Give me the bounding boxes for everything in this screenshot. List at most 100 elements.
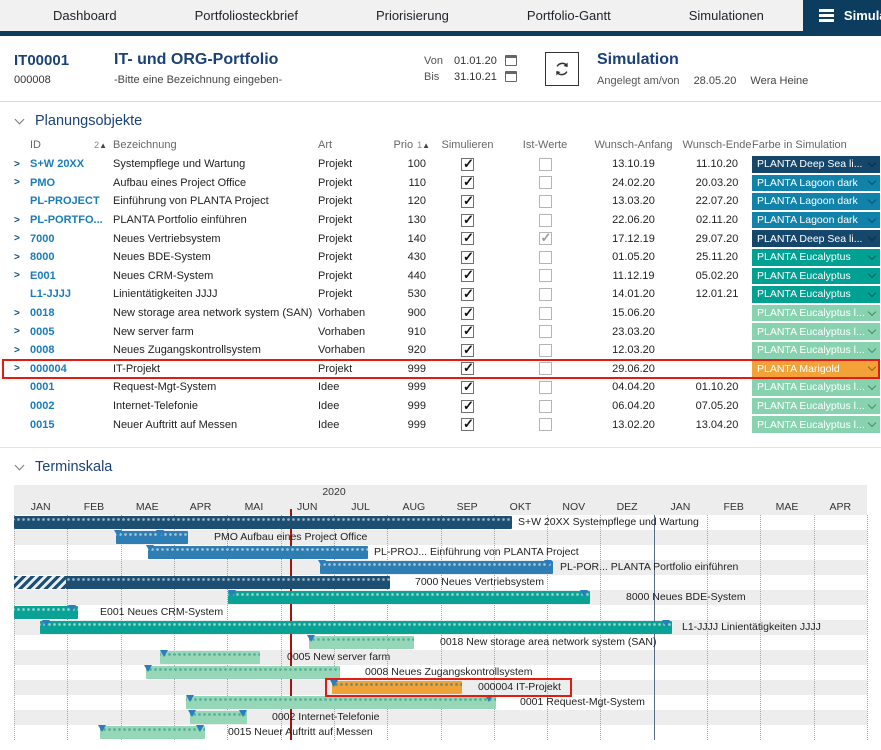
ist-werte-checkbox[interactable]: [539, 288, 552, 301]
row-wunsch-ende[interactable]: 07.05.20: [682, 400, 752, 412]
expand-arrow-icon[interactable]: >: [14, 177, 30, 188]
row-wunsch-anfang[interactable]: 13.03.20: [585, 195, 682, 207]
row-id-link[interactable]: PL-PORTFO...: [30, 214, 113, 226]
gantt-bar[interactable]: [148, 546, 368, 559]
row-wunsch-anfang[interactable]: 23.03.20: [585, 326, 682, 338]
ist-werte-checkbox[interactable]: [539, 158, 552, 171]
row-wunsch-anfang[interactable]: 17.12.19: [585, 233, 682, 245]
row-wunsch-ende[interactable]: 22.07.20: [682, 195, 752, 207]
milestone-marker-icon[interactable]: [662, 620, 670, 627]
expand-arrow-icon[interactable]: >: [14, 308, 30, 319]
row-wunsch-anfang[interactable]: 12.03.20: [585, 344, 682, 356]
farbe-dropdown[interactable]: PLANTA Eucalyptus l...: [752, 323, 880, 340]
milestone-marker-icon[interactable]: [228, 590, 236, 597]
ist-werte-checkbox[interactable]: [539, 232, 552, 245]
ist-werte-checkbox[interactable]: [539, 325, 552, 338]
row-wunsch-anfang[interactable]: 29.06.20: [585, 363, 682, 375]
simulieren-checkbox[interactable]: [461, 195, 474, 208]
expand-arrow-icon[interactable]: >: [14, 215, 30, 226]
milestone-marker-icon[interactable]: [156, 530, 164, 537]
expand-arrow-icon[interactable]: >: [14, 159, 30, 170]
ist-werte-checkbox[interactable]: [539, 344, 552, 357]
milestone-marker-icon[interactable]: [307, 635, 315, 642]
milestone-marker-icon[interactable]: [196, 725, 204, 732]
row-wunsch-ende[interactable]: 13.04.20: [682, 419, 752, 431]
col-header-prio[interactable]: Prio 1▲: [388, 139, 430, 151]
row-id-link[interactable]: 0015: [30, 419, 113, 431]
simulieren-checkbox[interactable]: [461, 362, 474, 375]
farbe-dropdown[interactable]: PLANTA Deep Sea li...: [752, 156, 880, 173]
simulieren-checkbox[interactable]: [461, 214, 474, 227]
milestone-marker-icon[interactable]: [580, 590, 588, 597]
expand-arrow-icon[interactable]: >: [14, 363, 30, 374]
col-header-farbe[interactable]: Farbe in Simulation: [752, 139, 881, 151]
row-wunsch-anfang[interactable]: 06.04.20: [585, 400, 682, 412]
expand-arrow-icon[interactable]: >: [14, 345, 30, 356]
farbe-dropdown[interactable]: PLANTA Eucalyptus l...: [752, 379, 880, 396]
row-id-link[interactable]: 7000: [30, 233, 113, 245]
gantt-bar[interactable]: [186, 696, 496, 709]
row-wunsch-ende[interactable]: 05.02.20: [682, 270, 752, 282]
milestone-marker-icon[interactable]: [239, 710, 247, 717]
row-wunsch-anfang[interactable]: 01.05.20: [585, 251, 682, 263]
col-header-bezeichnung[interactable]: Bezeichnung: [113, 139, 318, 151]
ist-werte-checkbox[interactable]: [539, 362, 552, 375]
refresh-button[interactable]: [545, 52, 579, 86]
tab-simulation-active[interactable]: Simulation ×: [803, 0, 881, 31]
ist-werte-checkbox[interactable]: [539, 307, 552, 320]
milestone-marker-icon[interactable]: [144, 665, 152, 672]
hamburger-menu-icon[interactable]: [819, 9, 834, 22]
row-wunsch-anfang[interactable]: 15.06.20: [585, 307, 682, 319]
farbe-dropdown[interactable]: PLANTA Eucalyptus l...: [752, 416, 880, 433]
milestone-marker-icon[interactable]: [485, 695, 493, 702]
bis-date-field[interactable]: 31.10.21: [454, 71, 497, 83]
milestone-marker-icon[interactable]: [318, 560, 326, 567]
portfolio-id[interactable]: IT00001: [14, 52, 114, 69]
tab-dashboard[interactable]: Dashboard: [14, 8, 156, 23]
gantt-bar[interactable]: [146, 666, 340, 679]
gantt-bar[interactable]: [14, 516, 512, 529]
farbe-dropdown[interactable]: PLANTA Eucalyptus: [752, 286, 880, 303]
row-wunsch-anfang[interactable]: 04.04.20: [585, 381, 682, 393]
simulieren-checkbox[interactable]: [461, 269, 474, 282]
row-id-link[interactable]: L1-JJJJ: [30, 288, 113, 300]
col-header-art[interactable]: Art: [318, 139, 388, 151]
row-id-link[interactable]: PL-PROJECT: [30, 195, 113, 207]
row-wunsch-ende[interactable]: 02.11.20: [682, 214, 752, 226]
simulieren-checkbox[interactable]: [461, 307, 474, 320]
row-id-link[interactable]: 0002: [30, 400, 113, 412]
simulieren-checkbox[interactable]: [461, 176, 474, 189]
simulieren-checkbox[interactable]: [461, 232, 474, 245]
gantt-bar[interactable]: [116, 531, 188, 544]
row-wunsch-anfang[interactable]: 24.02.20: [585, 177, 682, 189]
simulieren-checkbox[interactable]: [461, 344, 474, 357]
milestone-marker-icon[interactable]: [114, 530, 122, 537]
farbe-dropdown[interactable]: PLANTA Eucalyptus l...: [752, 305, 880, 322]
row-id-link[interactable]: 000004: [30, 363, 113, 375]
row-id-link[interactable]: PMO: [30, 177, 113, 189]
row-wunsch-anfang[interactable]: 11.12.19: [585, 270, 682, 282]
portfolio-subtitle[interactable]: -Bitte eine Bezeichnung eingeben-: [114, 74, 424, 86]
farbe-dropdown[interactable]: PLANTA Lagoon dark: [752, 175, 880, 192]
simulieren-checkbox[interactable]: [461, 251, 474, 264]
col-header-id[interactable]: ID 2▲: [30, 139, 113, 151]
simulieren-checkbox[interactable]: [461, 400, 474, 413]
row-wunsch-ende[interactable]: 12.01.21: [682, 288, 752, 300]
expand-arrow-icon[interactable]: >: [14, 233, 30, 244]
ist-werte-checkbox[interactable]: [539, 195, 552, 208]
gantt-bar[interactable]: [14, 576, 390, 589]
col-header-wunsch-anfang[interactable]: Wunsch-Anfang: [585, 139, 682, 151]
row-wunsch-anfang[interactable]: 14.01.20: [585, 288, 682, 300]
farbe-dropdown[interactable]: PLANTA Eucalyptus l...: [752, 398, 880, 415]
ist-werte-checkbox[interactable]: [539, 176, 552, 189]
row-id-link[interactable]: 8000: [30, 251, 113, 263]
row-wunsch-anfang[interactable]: 13.02.20: [585, 419, 682, 431]
farbe-dropdown[interactable]: PLANTA Eucalyptus l...: [752, 342, 880, 359]
calendar-icon[interactable]: [505, 55, 517, 66]
col-header-wunsch-ende[interactable]: Wunsch-Ende: [682, 139, 752, 151]
row-id-link[interactable]: S+W 20XX: [30, 158, 113, 170]
farbe-dropdown[interactable]: PLANTA Lagoon dark: [752, 193, 880, 210]
expand-arrow-icon[interactable]: >: [14, 326, 30, 337]
ist-werte-checkbox[interactable]: [539, 214, 552, 227]
farbe-dropdown[interactable]: PLANTA Deep Sea li...: [752, 230, 880, 247]
